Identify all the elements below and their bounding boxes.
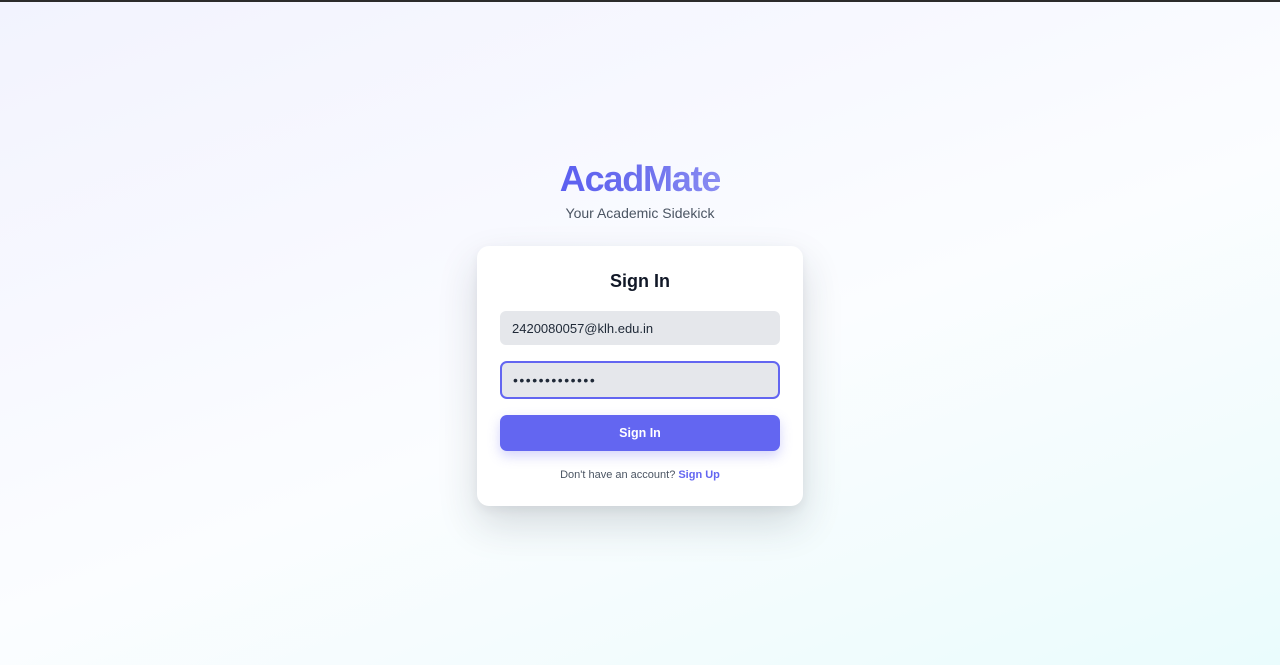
app-tagline: Your Academic Sidekick	[565, 205, 715, 221]
sign-in-card: Sign In Sign In Don't have an account?Si…	[477, 246, 803, 506]
signup-prompt: Don't have an account? Sign Up	[500, 469, 780, 481]
signup-prompt-text: Don't have an account?	[560, 469, 676, 481]
sign-in-button[interactable]: Sign In	[500, 415, 780, 451]
email-field[interactable]	[500, 311, 780, 345]
brand-header: AcadMate Your Academic Sidekick	[0, 158, 1280, 222]
password-field[interactable]	[500, 361, 780, 399]
sign-up-link[interactable]: Sign Up	[678, 469, 720, 481]
sign-in-title: Sign In	[610, 271, 670, 291]
window-top-border	[0, 0, 1280, 2]
app-logo-title: AcadMate	[559, 158, 722, 199]
